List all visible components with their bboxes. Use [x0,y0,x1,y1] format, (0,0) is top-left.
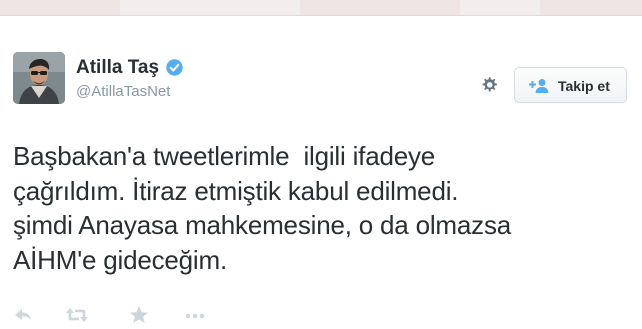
tweet-actions [0,303,642,329]
retweet-icon[interactable] [64,303,90,327]
tweet-text-line: şimdi Anayasa mahkemesine, o da olmazsa [13,210,512,240]
background-segment [300,0,460,16]
add-user-icon [529,79,549,93]
tweet-text: Başbakan'a tweetlerimle ilgili ifadeye ç… [13,139,638,277]
gear-icon[interactable] [478,74,500,96]
avatar-image [13,52,65,104]
tweet-text-line: çağrıldım. İtiraz etmiştik kabul edilmed… [13,175,459,206]
follow-button[interactable]: Takip et [514,67,627,103]
reply-icon[interactable] [12,303,34,327]
tweet-text-line: AİHM'e gideceğim. [13,244,227,275]
background-segment [0,0,120,16]
tweet-text-line: Başbakan'a tweetlerimle ilgili ifadeye [13,141,436,171]
display-name[interactable]: Atilla Taş [76,57,159,79]
tweet-card: Atilla Taş @AtillaTasNet Takip et Başbak… [0,16,642,323]
username-handle[interactable]: @AtillaTasNet [76,83,170,100]
background-segment [540,0,642,16]
favorite-star-icon[interactable] [127,303,151,327]
avatar[interactable] [13,52,65,104]
more-icon[interactable] [183,303,207,327]
background-strip [0,0,642,16]
follow-button-label: Takip et [558,78,610,94]
verified-badge-icon [166,59,183,76]
